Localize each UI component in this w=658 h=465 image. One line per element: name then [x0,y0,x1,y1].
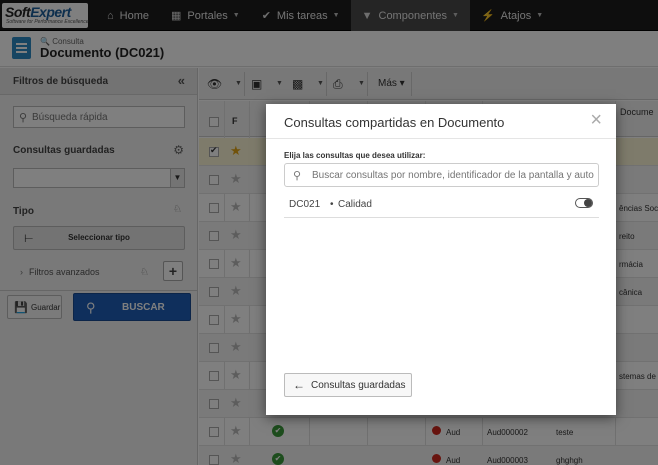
query-separator: • [330,199,334,210]
list-item[interactable]: DC021 • Calidad [284,194,599,218]
query-name: Calidad [338,199,372,210]
shared-queries-dialog: Consultas compartidas en Documento × Eli… [266,104,616,415]
dialog-title: Consultas compartidas en Documento [284,115,505,130]
search-icon: ⚲ [293,170,302,182]
query-enable-toggle[interactable] [575,198,593,208]
query-search-field[interactable]: ⚲ [284,163,599,187]
saved-queries-back-button[interactable]: ← Consultas guardadas [284,373,412,397]
dialog-instruction: Elija las consultas que desea utilizar: [284,151,426,160]
query-identifier: DC021 [289,199,321,210]
divider [266,138,616,139]
close-icon[interactable]: × [590,110,602,130]
saved-queries-back-label: Consultas guardadas [311,380,406,391]
query-search-input[interactable] [312,168,594,183]
arrow-left-icon: ← [293,378,305,392]
